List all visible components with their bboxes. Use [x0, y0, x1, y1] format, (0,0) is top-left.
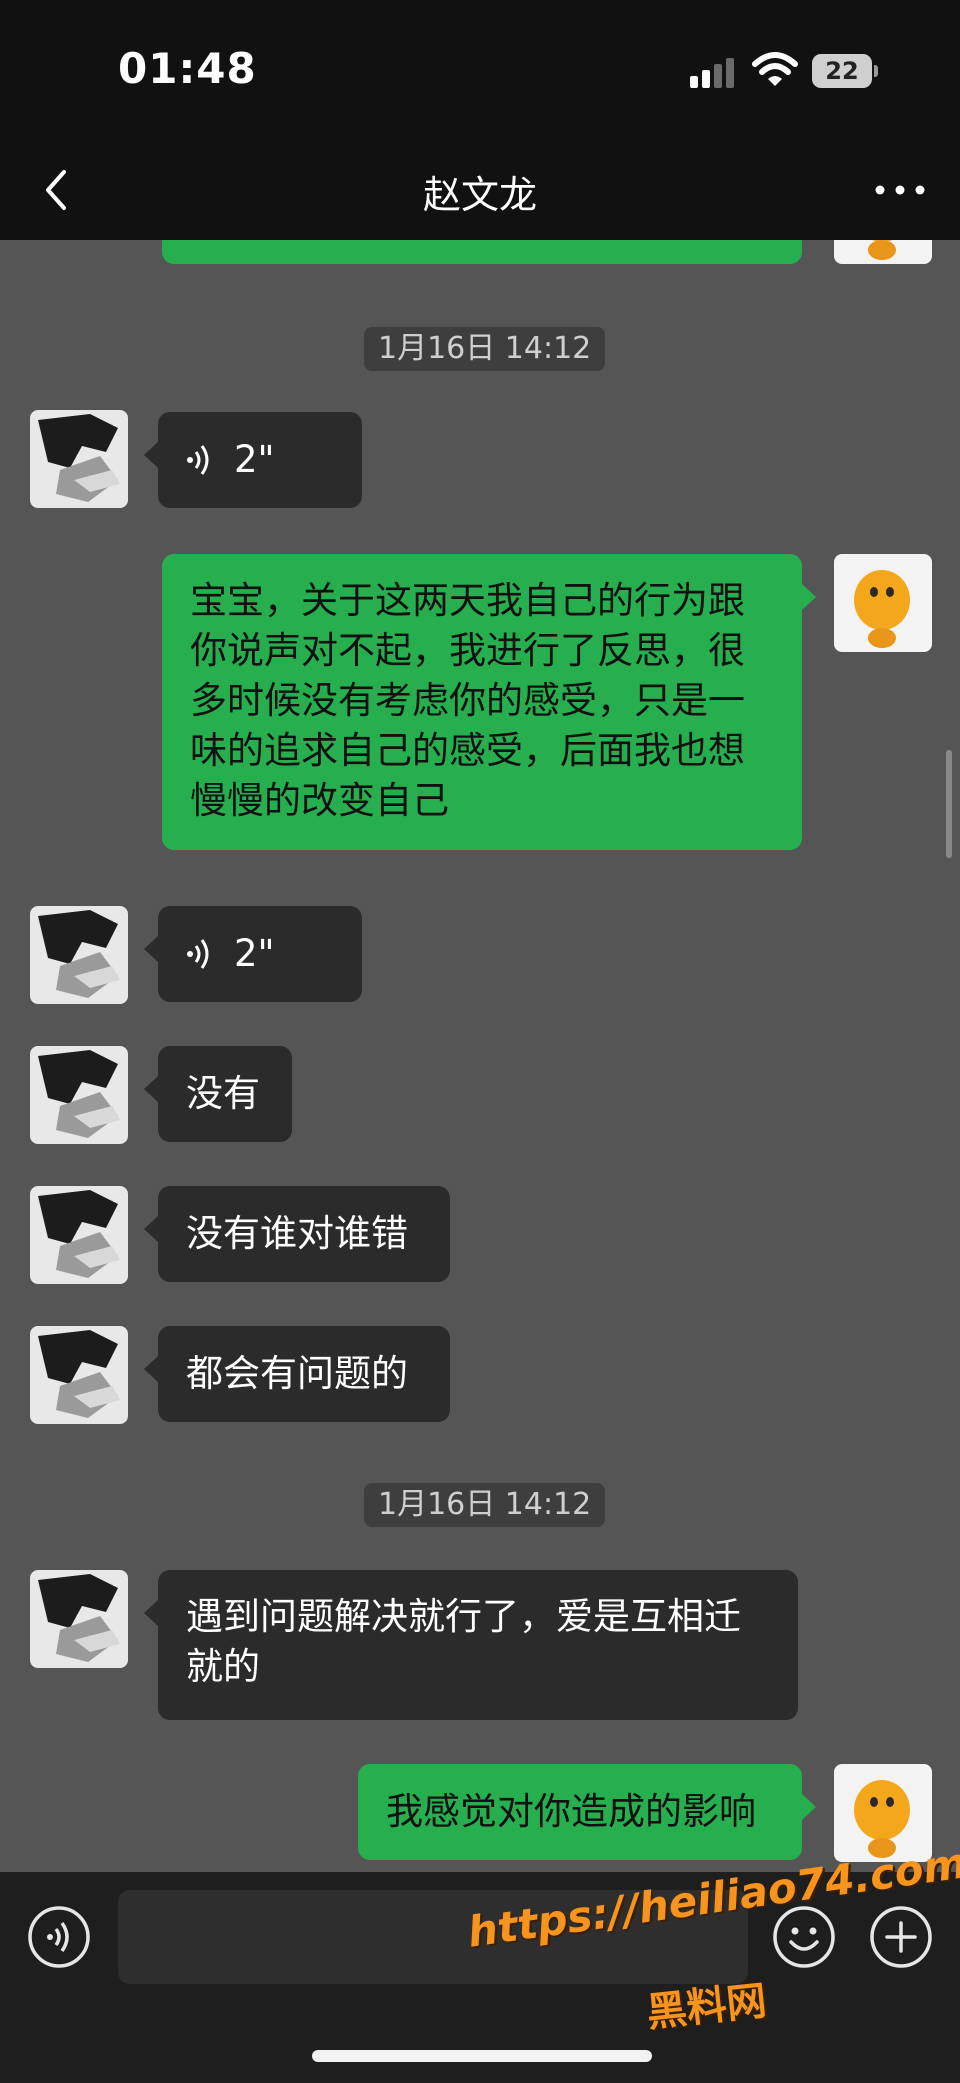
chat-header: 赵文龙: [0, 140, 960, 240]
cellular-signal-icon: [690, 58, 734, 88]
message-bubble-outgoing[interactable]: 我感觉对你造成的影响: [358, 1764, 816, 1860]
battery-icon: 22: [812, 54, 878, 88]
voice-wave-icon: [187, 445, 209, 475]
message-bubble-outgoing[interactable]: [162, 240, 802, 264]
chevron-left-icon: [46, 170, 66, 210]
message-bubble-incoming[interactable]: 没有谁对谁错: [144, 1186, 450, 1282]
voice-message-bubble[interactable]: 2": [144, 906, 362, 1002]
my-avatar[interactable]: [834, 240, 932, 264]
voice-duration: 2": [234, 438, 275, 481]
message-text: 宝宝，关于这两天我自己的行为跟你说声对不起，我进行了反思，很多时候没有考虑你的感…: [190, 579, 745, 822]
wifi-icon: [752, 52, 798, 86]
voice-toggle-button[interactable]: [26, 1904, 92, 1970]
message-text: 没有: [186, 1072, 260, 1115]
battery-level: 22: [825, 57, 859, 85]
my-avatar[interactable]: [834, 554, 932, 652]
voice-toggle-icon: [28, 1906, 90, 1968]
message-text: 都会有问题的: [186, 1352, 408, 1395]
status-time: 01:48: [118, 44, 257, 93]
voice-duration: 2": [234, 932, 275, 975]
contact-avatar[interactable]: [30, 1046, 128, 1144]
home-indicator[interactable]: [312, 2050, 652, 2062]
contact-avatar[interactable]: [30, 410, 128, 508]
message-text: 我感觉对你造成的影响: [386, 1790, 756, 1833]
watermark: https://heiliao74.com 黑料网: [465, 1838, 960, 2036]
message-bubble-incoming[interactable]: 都会有问题的: [144, 1326, 450, 1422]
chat-message-list[interactable]: 1月16日 14:12 2" 宝宝，关于这两天我自己的行为跟你说声对不起，我进行…: [0, 240, 960, 1872]
back-button[interactable]: [30, 160, 90, 220]
message-bubble-incoming[interactable]: 遇到问题解决就行了，爱是互相迁就的: [144, 1570, 798, 1720]
timestamp: 1月16日 14:12: [364, 327, 606, 371]
status-bar: 01:48 22: [0, 0, 960, 140]
voice-message-bubble[interactable]: 2": [144, 412, 362, 508]
message-bubble-incoming[interactable]: 没有: [144, 1046, 292, 1142]
message-text: 没有谁对谁错: [186, 1212, 408, 1255]
chat-title: 赵文龙: [422, 173, 537, 217]
more-dots-icon: [875, 185, 925, 195]
message-bubble-outgoing[interactable]: 宝宝，关于这两天我自己的行为跟你说声对不起，我进行了反思，很多时候没有考虑你的感…: [162, 554, 816, 850]
scroll-indicator[interactable]: [946, 750, 952, 858]
contact-avatar[interactable]: [30, 906, 128, 1004]
timestamp: 1月16日 14:12: [364, 1483, 606, 1527]
contact-avatar[interactable]: [30, 1186, 128, 1284]
more-button[interactable]: [870, 162, 930, 218]
voice-wave-icon: [187, 939, 209, 969]
message-text: 遇到问题解决就行了，爱是互相迁就的: [186, 1595, 741, 1688]
contact-avatar[interactable]: [30, 1570, 128, 1668]
contact-avatar[interactable]: [30, 1326, 128, 1424]
